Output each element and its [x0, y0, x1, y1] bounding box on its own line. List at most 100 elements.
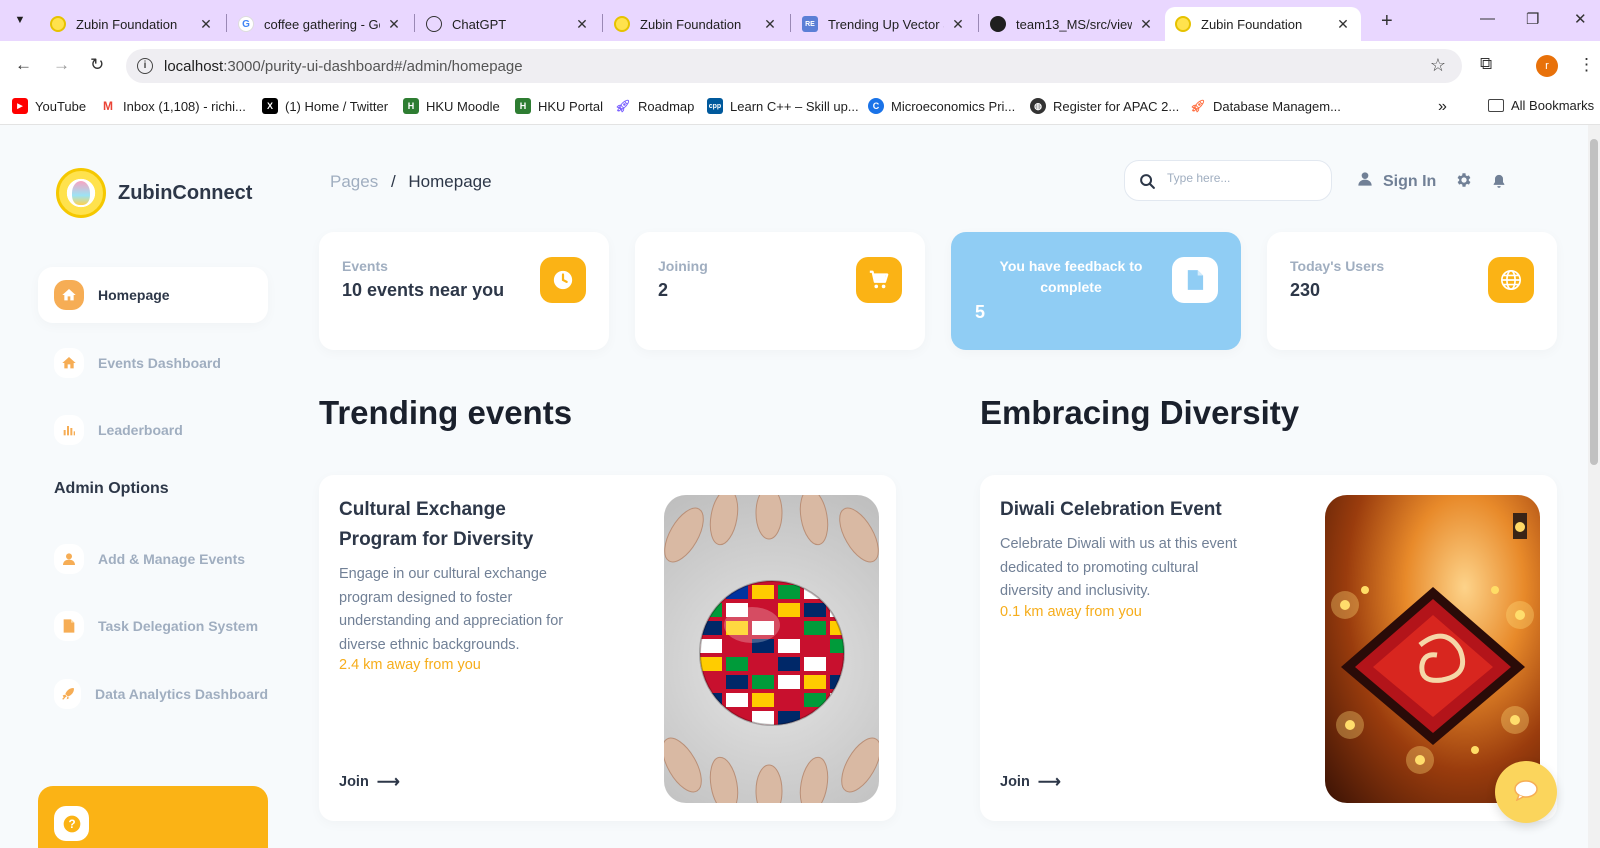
sidebar-item-label: Leaderboard	[98, 422, 183, 438]
reload-button[interactable]: ↻	[90, 55, 104, 75]
bookmark-star-icon[interactable]: ☆	[1430, 55, 1446, 76]
breadcrumb-current: Homepage	[408, 172, 492, 191]
brand[interactable]: ZubinConnect	[56, 168, 252, 218]
browser-tab-active[interactable]: Zubin Foundation ✕	[1165, 7, 1361, 41]
bookmark-learncpp[interactable]: cpp Learn C++ – Skill up...	[707, 98, 859, 114]
close-icon[interactable]: ✕	[762, 16, 778, 33]
back-button[interactable]: ←	[15, 55, 32, 75]
sidebar-item-label: Data Analytics Dashboard	[95, 686, 268, 702]
close-icon[interactable]: ✕	[198, 16, 214, 33]
stat-label: Joining	[658, 258, 708, 274]
github-icon	[990, 16, 1006, 32]
browser-tab[interactable]: team13_MS/src/view ✕	[980, 7, 1164, 41]
extensions-icon[interactable]: ⧉	[1480, 54, 1492, 74]
bookmark-hku-moodle[interactable]: H HKU Moodle	[403, 98, 500, 114]
bookmark-twitter[interactable]: X (1) Home / Twitter	[262, 98, 388, 114]
join-button[interactable]: Join ⟶	[1000, 772, 1061, 792]
search-input[interactable]	[1167, 171, 1317, 185]
search-box[interactable]	[1124, 160, 1332, 201]
browser-menu-icon[interactable]: ⋮	[1578, 55, 1595, 75]
bookmark-microeconomics[interactable]: C Microeconomics Pri...	[868, 98, 1015, 114]
scrollbar-thumb[interactable]	[1590, 139, 1598, 465]
help-card[interactable]: ?	[38, 786, 268, 848]
embracing-diversity-title: Embracing Diversity	[980, 394, 1300, 431]
google-icon: G	[238, 16, 254, 32]
sidebar-item-task-delegation[interactable]: Task Delegation System	[38, 598, 268, 654]
event-card-diwali: Diwali Celebration Event Celebrate Diwal…	[980, 475, 1557, 821]
coursera-icon: C	[868, 98, 884, 114]
browser-tab[interactable]: Zubin Foundation ✕	[40, 7, 224, 41]
close-icon[interactable]: ✕	[950, 16, 966, 33]
join-button[interactable]: Join ⟶	[339, 772, 400, 792]
event-card-cultural-exchange: Cultural Exchange Program for Diversity …	[319, 475, 896, 821]
sidebar-item-add-manage-events[interactable]: Add & Manage Events	[38, 531, 268, 587]
profile-avatar[interactable]: r	[1536, 55, 1558, 77]
close-icon[interactable]: ✕	[1335, 16, 1351, 33]
bookmark-label: YouTube	[35, 98, 87, 114]
all-bookmarks[interactable]: All Bookmarks	[1488, 98, 1594, 113]
bookmark-database[interactable]: 🚀︎ Database Managem...	[1190, 98, 1341, 114]
tab-title: team13_MS/src/view	[1016, 16, 1132, 32]
sidebar-item-data-analytics[interactable]: Data Analytics Dashboard	[38, 666, 268, 722]
browser-tab[interactable]: G coffee gathering - Go ✕	[228, 7, 412, 41]
event-distance: 0.1 km away from you	[1000, 604, 1142, 620]
x-twitter-icon: X	[262, 98, 278, 114]
stat-value: 230	[1290, 280, 1321, 300]
stat-card-todays-users[interactable]: Today's Users 230	[1267, 232, 1557, 350]
stat-label: You have feedback to complete	[999, 258, 1143, 295]
site-info-icon[interactable]: i	[137, 58, 153, 74]
browser-tab-strip: ▼ Zubin Foundation ✕ G coffee gathering …	[0, 0, 1600, 41]
minimize-button[interactable]: —	[1480, 10, 1495, 27]
sidebar-item-leaderboard[interactable]: Leaderboard	[38, 402, 268, 458]
rocket-icon: 🚀︎	[1190, 98, 1206, 114]
tab-title: Trending Up Vector S	[828, 16, 944, 32]
browser-tab[interactable]: Zubin Foundation ✕	[604, 7, 788, 41]
stat-card-joining[interactable]: Joining 2	[635, 232, 925, 350]
stat-card-events[interactable]: Events 10 events near you	[319, 232, 609, 350]
close-icon[interactable]: ✕	[574, 16, 590, 33]
sidebar-item-homepage[interactable]: Homepage	[38, 267, 268, 323]
window-close-button[interactable]: ✕	[1574, 10, 1587, 28]
zubin-logo-icon	[56, 168, 106, 218]
sidebar-item-label: Add & Manage Events	[98, 551, 246, 567]
tab-divider	[790, 14, 791, 32]
rocket-icon	[54, 679, 82, 709]
bookmark-gmail[interactable]: M Inbox (1,108) - richi...	[100, 98, 246, 114]
bookmark-label: Register for APAC 2...	[1053, 98, 1180, 114]
stat-value: 10 events near you	[342, 280, 505, 300]
browser-tab[interactable]: RE Trending Up Vector S ✕	[792, 7, 976, 41]
bookmark-hku-portal[interactable]: H HKU Portal	[515, 98, 603, 114]
bookmark-youtube[interactable]: ▶ YouTube	[12, 98, 86, 114]
bookmark-label: (1) Home / Twitter	[285, 98, 389, 114]
tab-divider	[602, 14, 603, 32]
bell-icon[interactable]	[1491, 173, 1507, 195]
tab-search-button[interactable]: ▼	[8, 8, 32, 32]
breadcrumb-root[interactable]: Pages	[330, 172, 378, 191]
page-scrollbar[interactable]	[1588, 125, 1600, 848]
event-distance: 2.4 km away from you	[339, 657, 481, 673]
gear-icon[interactable]	[1455, 171, 1473, 194]
breadcrumb: Pages / Homepage	[330, 172, 492, 192]
stat-card-feedback[interactable]: You have feedback to complete 5	[951, 232, 1241, 350]
forward-button[interactable]: →	[53, 55, 70, 75]
more-bookmarks-icon[interactable]: »	[1438, 98, 1447, 116]
breadcrumb-separator: /	[390, 172, 396, 191]
youtube-icon: ▶	[12, 98, 28, 114]
restore-button[interactable]: ❐	[1526, 10, 1539, 28]
sign-in-button[interactable]: Sign In	[1357, 171, 1436, 192]
address-bar[interactable]: i localhost:3000/purity-ui-dashboard#/ad…	[126, 49, 1462, 83]
close-icon[interactable]: ✕	[1138, 16, 1154, 33]
home-icon	[54, 348, 84, 378]
chat-button[interactable]	[1495, 761, 1557, 823]
sidebar-item-events-dashboard[interactable]: Events Dashboard	[38, 335, 268, 391]
close-icon[interactable]: ✕	[386, 16, 402, 33]
bookmark-roadmap[interactable]: 🚀︎ Roadmap	[615, 98, 694, 114]
bookmark-label: Learn C++ – Skill up...	[730, 98, 859, 114]
bookmark-register-apac[interactable]: ◍ Register for APAC 2...	[1030, 98, 1179, 114]
new-tab-button[interactable]: +	[1381, 10, 1393, 33]
bookmark-label: Inbox (1,108) - richi...	[123, 98, 246, 114]
browser-tab[interactable]: ChatGPT ✕	[416, 7, 600, 41]
home-icon	[54, 280, 84, 310]
chat-bubble-icon	[1513, 779, 1539, 806]
tab-title: ChatGPT	[452, 16, 507, 32]
